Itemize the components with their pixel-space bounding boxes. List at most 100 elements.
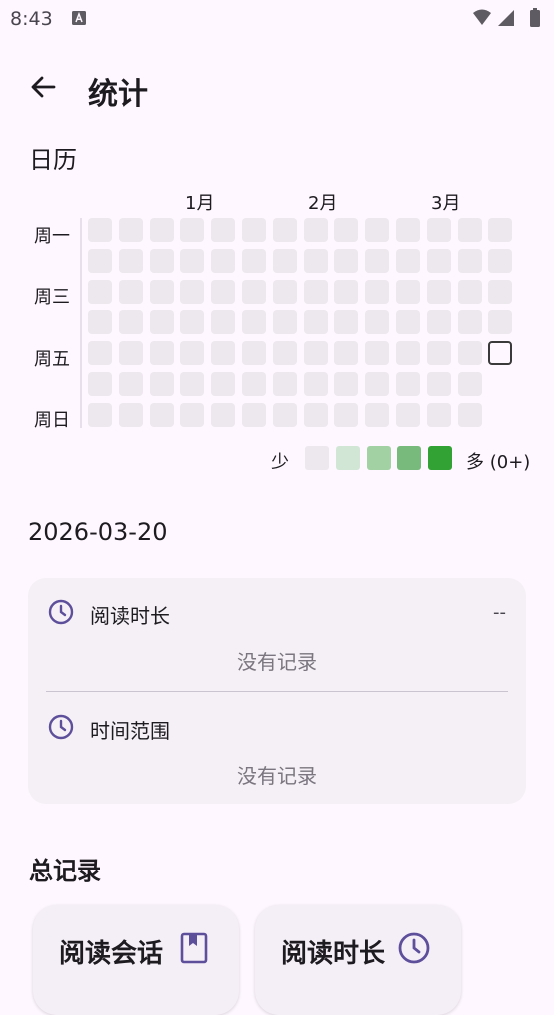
heatmap-day-cell[interactable] (242, 279, 266, 304)
heatmap-day-cell[interactable] (426, 248, 451, 273)
heatmap-day-cell[interactable] (180, 218, 205, 242)
heatmap-day-cell[interactable] (149, 279, 174, 304)
heatmap-day-cell[interactable] (334, 310, 359, 335)
heatmap-day-cell[interactable] (303, 279, 328, 304)
heatmap-day-cell[interactable] (457, 310, 482, 335)
heatmap-day-cell[interactable] (149, 372, 174, 396)
heatmap-day-cell[interactable] (242, 218, 266, 242)
heatmap-day-cell[interactable] (426, 218, 451, 242)
heatmap-day-cell[interactable] (303, 248, 328, 273)
heatmap-day-cell[interactable] (365, 310, 390, 335)
heatmap-day-cell[interactable] (88, 341, 112, 366)
heatmap-day-cell[interactable] (272, 310, 297, 335)
heatmap-day-cell[interactable] (365, 218, 390, 242)
heatmap-day-cell[interactable] (334, 402, 359, 427)
heatmap-day-cell[interactable] (118, 372, 143, 396)
heatmap-day-cell[interactable] (365, 372, 390, 396)
heatmap-day-cell[interactable] (272, 402, 297, 427)
heatmap-day-cell[interactable] (303, 372, 328, 396)
heatmap-day-cell[interactable] (303, 218, 328, 242)
reading-duration-card[interactable]: 阅读时长 (255, 905, 461, 1015)
heatmap-day-cell[interactable] (242, 402, 266, 427)
heatmap-day-cell[interactable] (396, 248, 420, 273)
heatmap-day-cell[interactable] (396, 372, 420, 396)
heatmap-day-cell[interactable] (488, 310, 513, 335)
heatmap-day-cell[interactable] (426, 341, 451, 366)
heatmap-day-cell[interactable] (334, 279, 359, 304)
heatmap-day-cell[interactable] (180, 341, 205, 366)
heatmap-day-cell[interactable] (396, 218, 420, 242)
heatmap-day-cell[interactable] (457, 279, 482, 304)
heatmap-day-cell[interactable] (457, 402, 482, 427)
heatmap-day-cell[interactable] (242, 310, 266, 335)
heatmap-day-cell[interactable] (180, 310, 205, 335)
heatmap-day-cell[interactable] (426, 279, 451, 304)
heatmap-day-cell[interactable] (488, 341, 513, 366)
heatmap-day-cell[interactable] (180, 372, 205, 396)
heatmap-day-cell[interactable] (180, 279, 205, 304)
heatmap-day-cell[interactable] (118, 279, 143, 304)
heatmap-day-cell[interactable] (365, 402, 390, 427)
heatmap-day-cell[interactable] (88, 310, 112, 335)
heatmap-day-cell[interactable] (149, 341, 174, 366)
heatmap-day-cell[interactable] (149, 310, 174, 335)
heatmap-day-cell[interactable] (118, 341, 143, 366)
heatmap-day-cell[interactable] (88, 372, 112, 396)
heatmap-day-cell[interactable] (272, 372, 297, 396)
heatmap-day-cell[interactable] (211, 248, 236, 273)
heatmap-day-cell[interactable] (88, 279, 112, 304)
heatmap-day-cell[interactable] (396, 279, 420, 304)
heatmap-day-cell[interactable] (396, 310, 420, 335)
heatmap-day-cell[interactable] (242, 341, 266, 366)
heatmap-day-cell[interactable] (426, 402, 451, 427)
back-arrow-icon[interactable] (28, 72, 58, 102)
heatmap-day-cell[interactable] (272, 218, 297, 242)
heatmap-day-cell[interactable] (334, 372, 359, 396)
heatmap-day-cell[interactable] (426, 310, 451, 335)
heatmap-day-cell[interactable] (457, 218, 482, 242)
heatmap-day-cell[interactable] (334, 248, 359, 273)
heatmap-day-cell[interactable] (118, 310, 143, 335)
heatmap-day-cell[interactable] (211, 218, 236, 242)
heatmap-day-cell[interactable] (118, 218, 143, 242)
heatmap-day-cell[interactable] (272, 248, 297, 273)
heatmap-day-cell[interactable] (211, 341, 236, 366)
heatmap-day-cell[interactable] (149, 218, 174, 242)
heatmap-day-cell[interactable] (88, 218, 112, 242)
heatmap-day-cell[interactable] (396, 341, 420, 366)
reading-sessions-card[interactable]: 阅读会话 (33, 905, 239, 1015)
heatmap-day-cell[interactable] (180, 402, 205, 427)
heatmap-day-cell[interactable] (242, 248, 266, 273)
heatmap-day-cell[interactable] (365, 248, 390, 273)
heatmap-day-cell[interactable] (396, 402, 420, 427)
heatmap-day-cell[interactable] (272, 279, 297, 304)
heatmap-day-cell[interactable] (365, 341, 390, 366)
heatmap-day-cell[interactable] (426, 372, 451, 396)
reading-duration-value: -- (493, 602, 506, 623)
heatmap-day-cell[interactable] (88, 248, 112, 273)
heatmap-day-cell[interactable] (211, 279, 236, 304)
heatmap-day-cell[interactable] (365, 279, 390, 304)
heatmap-day-cell[interactable] (211, 372, 236, 396)
heatmap-day-cell[interactable] (272, 341, 297, 366)
heatmap-day-cell[interactable] (303, 341, 328, 366)
heatmap-day-cell[interactable] (303, 310, 328, 335)
heatmap-day-cell[interactable] (211, 310, 236, 335)
heatmap-day-cell[interactable] (334, 341, 359, 366)
heatmap-day-cell[interactable] (488, 218, 513, 242)
heatmap-day-cell[interactable] (457, 341, 482, 366)
heatmap-day-cell[interactable] (457, 372, 482, 396)
heatmap-day-cell[interactable] (211, 402, 236, 427)
heatmap-day-cell[interactable] (242, 372, 266, 396)
heatmap-day-cell[interactable] (118, 248, 143, 273)
heatmap-day-cell[interactable] (88, 402, 112, 427)
heatmap-day-cell[interactable] (149, 402, 174, 427)
heatmap-day-cell[interactable] (149, 248, 174, 273)
heatmap-day-cell[interactable] (457, 248, 482, 273)
heatmap-day-cell[interactable] (180, 248, 205, 273)
heatmap-day-cell[interactable] (303, 402, 328, 427)
heatmap-day-cell[interactable] (334, 218, 359, 242)
heatmap-day-cell[interactable] (488, 248, 513, 273)
heatmap-day-cell[interactable] (118, 402, 143, 427)
heatmap-day-cell[interactable] (488, 279, 513, 304)
